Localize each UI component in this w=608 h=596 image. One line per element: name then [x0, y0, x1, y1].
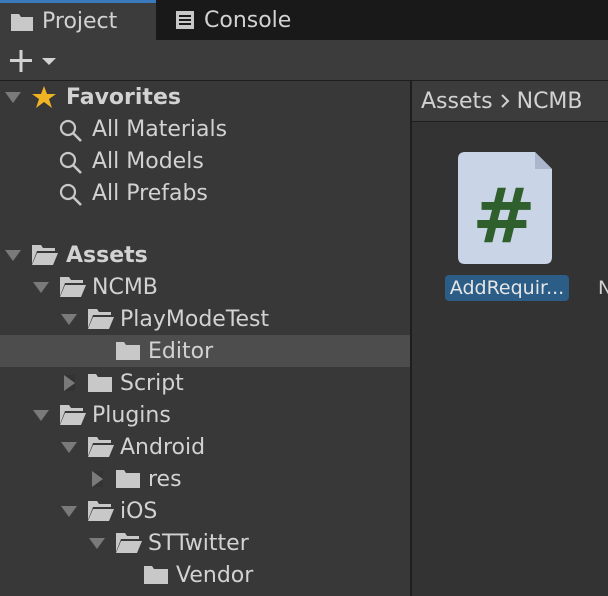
expand-arrow-icon[interactable]: [5, 250, 21, 261]
tree-item-vendor[interactable]: Vendor: [0, 559, 410, 591]
folder-icon: [144, 566, 168, 584]
assets-header[interactable]: Assets: [0, 239, 410, 271]
breadcrumb: Assets NCMB: [412, 81, 608, 122]
tree-item-plugins[interactable]: Plugins: [0, 399, 410, 431]
search-icon: [59, 183, 82, 206]
expand-arrow-icon[interactable]: [33, 282, 49, 293]
chevron-down-icon: [42, 58, 56, 65]
csharp-script-icon: #: [458, 152, 552, 264]
create-button[interactable]: [8, 48, 60, 74]
expand-arrow-icon[interactable]: [61, 314, 77, 325]
favorite-item[interactable]: All Prefabs: [0, 177, 410, 209]
collapsed-arrow-icon[interactable]: [64, 375, 75, 391]
console-icon: [176, 11, 194, 29]
tree-item-res[interactable]: res: [0, 463, 410, 495]
open-folder-icon: [88, 437, 114, 457]
expand-arrow-icon[interactable]: [5, 92, 21, 103]
tab-project-label: Project: [42, 9, 118, 34]
folder-icon: [11, 13, 33, 31]
folder-icon: [116, 342, 140, 360]
open-folder-icon: [116, 533, 142, 553]
tree-item-sttwitter[interactable]: STTwitter: [0, 527, 410, 559]
open-folder-icon: [60, 277, 86, 297]
open-folder-icon: [32, 245, 58, 265]
open-folder-icon: [60, 405, 86, 425]
tree-item-label: PlayModeTest: [120, 306, 270, 332]
tree-item-label: STTwitter: [148, 530, 249, 556]
favorite-item-label: All Prefabs: [92, 180, 208, 206]
favorite-item[interactable]: All Materials: [0, 113, 410, 145]
asset-label-selected[interactable]: AddRequir...: [445, 275, 569, 301]
plus-icon: [10, 50, 32, 72]
tree-item-label: Plugins: [92, 402, 171, 428]
tree-item-ncmb[interactable]: NCMB: [0, 271, 410, 303]
search-icon: [59, 119, 82, 142]
expand-arrow-icon[interactable]: [61, 442, 77, 453]
breadcrumb-ncmb[interactable]: NCMB: [517, 89, 583, 114]
tree-item-script[interactable]: Script: [0, 367, 410, 399]
open-folder-icon: [88, 309, 114, 329]
tab-console[interactable]: Console: [156, 0, 316, 40]
star-icon: [32, 86, 56, 108]
project-toolbar: [0, 40, 608, 81]
tree-item-label: iOS: [120, 498, 158, 524]
breadcrumb-assets[interactable]: Assets: [421, 89, 493, 114]
expand-arrow-icon[interactable]: [89, 538, 105, 549]
tab-project[interactable]: Project: [0, 0, 156, 40]
collapsed-arrow-icon[interactable]: [92, 471, 103, 487]
favorite-item[interactable]: All Models: [0, 145, 410, 177]
tree-item-ios[interactable]: iOS: [0, 495, 410, 527]
expand-arrow-icon[interactable]: [33, 410, 49, 421]
favorites-header[interactable]: Favorites: [0, 81, 410, 113]
tree-item-label: Vendor: [176, 562, 254, 588]
tree-item-label: Android: [120, 434, 206, 460]
asset-label[interactable]: N: [598, 275, 608, 301]
chevron-right-icon: [500, 94, 510, 108]
assets-label: Assets: [66, 242, 148, 268]
folder-icon: [88, 374, 112, 392]
expand-arrow-icon[interactable]: [61, 506, 77, 517]
open-folder-icon: [88, 501, 114, 521]
favorites-label: Favorites: [66, 84, 181, 110]
folder-icon: [116, 470, 140, 488]
tree-item-label: Editor: [148, 338, 214, 364]
tree-item-label: NCMB: [92, 274, 158, 300]
search-icon: [59, 151, 82, 174]
favorite-item-label: All Materials: [92, 116, 228, 142]
tree-item-android[interactable]: Android: [0, 431, 410, 463]
favorite-item-label: All Models: [92, 148, 204, 174]
tree-item-playmodetest[interactable]: PlayModeTest: [0, 303, 410, 335]
tree-item-label: Script: [120, 370, 184, 396]
tree-item-editor[interactable]: Editor: [0, 335, 410, 367]
svg-text:#: #: [472, 171, 536, 260]
tab-console-label: Console: [204, 7, 292, 33]
asset-item-script[interactable]: #: [457, 151, 553, 265]
tree-item-label: res: [148, 466, 182, 492]
